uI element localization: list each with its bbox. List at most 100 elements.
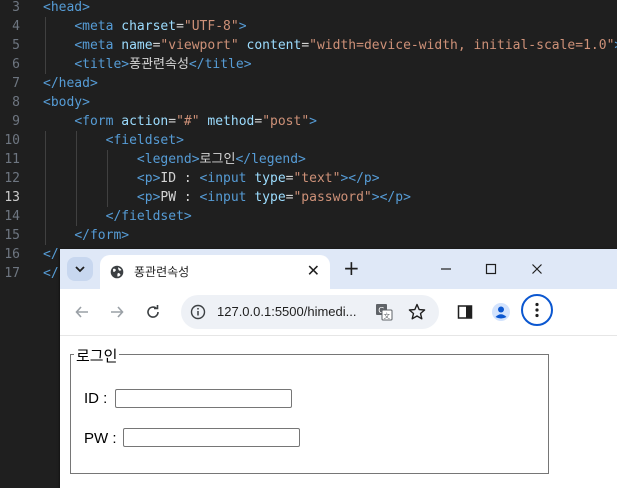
code-line[interactable]: 3 <head>: [0, 0, 617, 17]
code-line[interactable]: 15 </form>: [0, 226, 617, 245]
code-line[interactable]: 13 <p>PW : <input type="password"></p>: [0, 188, 617, 207]
code-token: <form: [74, 114, 122, 129]
svg-text:文: 文: [384, 311, 391, 320]
pw-label: PW :: [84, 430, 117, 447]
star-icon[interactable]: [407, 302, 427, 322]
code-token: 로그인: [199, 152, 236, 167]
code-token: 퐁관련속성: [129, 57, 189, 72]
code-token: <input: [199, 171, 255, 186]
indent-guide: [45, 17, 46, 74]
code-line[interactable]: 7 </head>: [0, 74, 617, 93]
code-token: action: [121, 114, 169, 129]
profile-button[interactable]: [490, 301, 512, 323]
tab-close-icon[interactable]: ✕: [307, 261, 320, 280]
line-number: 13: [4, 190, 20, 205]
code-token: </title>: [188, 57, 252, 72]
code-line[interactable]: 8 <body>: [0, 93, 617, 112]
id-input[interactable]: [115, 389, 292, 408]
translate-icon[interactable]: G文: [375, 303, 393, 321]
new-tab-button[interactable]: +: [343, 257, 360, 279]
side-panel-icon: [457, 305, 473, 319]
code-token: </: [43, 266, 59, 281]
code-line[interactable]: 6 <title>퐁관련속성</title>: [0, 55, 617, 74]
code-text: <fieldset>: [43, 131, 184, 150]
code-token: =: [168, 114, 177, 129]
code-line[interactable]: 11 <legend>로그인</legend>: [0, 150, 617, 169]
code-text: <p>ID : <input type="text"></p>: [43, 169, 380, 188]
minimize-button[interactable]: [435, 258, 457, 280]
code-token: <meta: [74, 19, 122, 34]
info-icon[interactable]: [190, 304, 206, 320]
line-number: 8: [12, 95, 20, 110]
line-number: 7: [12, 76, 20, 91]
code-token: </: [43, 247, 59, 262]
line-number: 6: [12, 57, 20, 72]
code-token: ID :: [160, 171, 200, 186]
code-text: <legend>로그인</legend>: [43, 150, 306, 169]
line-number: 3: [12, 0, 20, 15]
code-line[interactable]: 4 <meta charset="UTF-8">: [0, 17, 617, 36]
reload-button[interactable]: [142, 301, 164, 323]
menu-button[interactable]: [521, 294, 553, 326]
code-token: "password": [293, 190, 372, 205]
code-token: "width=device-width, initial-scale=1.0": [309, 38, 615, 53]
indent-guide: [107, 150, 108, 207]
url-text: 127.0.0.1:5500/himedi...: [217, 304, 357, 319]
indent-guide: [45, 131, 46, 245]
arrow-right-icon: [111, 306, 124, 318]
code-text: <meta charset="UTF-8">: [43, 17, 246, 36]
line-number: 11: [4, 152, 20, 167]
code-token: </form>: [74, 228, 130, 243]
address-bar[interactable]: 127.0.0.1:5500/himedi... G文: [181, 295, 439, 329]
code-line[interactable]: 10 <fieldset>: [0, 131, 617, 150]
page-content: 로그인 ID : PW :: [60, 336, 617, 488]
arrow-left-icon: [75, 306, 88, 318]
code-text: <head>: [43, 0, 90, 17]
back-button[interactable]: [71, 301, 93, 323]
code-token: "text": [293, 171, 341, 186]
code-token: <head>: [43, 0, 90, 15]
code-token: <body>: [43, 95, 90, 110]
line-number: 15: [4, 228, 20, 243]
code-token: <p>: [136, 190, 161, 205]
code-token: <meta: [74, 38, 122, 53]
indent-guide: [76, 131, 77, 226]
id-label: ID :: [84, 390, 108, 407]
reload-icon: [147, 305, 159, 318]
line-number: 12: [4, 171, 20, 186]
code-token: ></p>: [371, 190, 411, 205]
code-token: PW :: [160, 190, 200, 205]
fieldset-legend: 로그인: [74, 345, 120, 366]
code-token: <p>: [136, 171, 161, 186]
close-icon: [532, 264, 542, 274]
code-token: charset: [121, 19, 177, 34]
code-token: </fieldset>: [105, 209, 192, 224]
code-line[interactable]: 9 <form action="#" method="post">: [0, 112, 617, 131]
maximize-button[interactable]: [480, 258, 502, 280]
code-text: </: [43, 264, 59, 283]
code-text: <meta name="viewport" content="width=dev…: [43, 36, 617, 55]
code-line[interactable]: 12 <p>ID : <input type="text"></p>: [0, 169, 617, 188]
login-fieldset: [70, 354, 549, 474]
code-token: </legend>: [235, 152, 306, 167]
code-token: name: [121, 38, 153, 53]
more-vert-icon: [535, 302, 539, 318]
code-line[interactable]: 5 <meta name="viewport" content="width=d…: [0, 36, 617, 55]
code-line[interactable]: 14 </fieldset>: [0, 207, 617, 226]
line-number: 17: [4, 266, 20, 281]
code-token: method: [207, 114, 255, 129]
code-token: =: [176, 19, 184, 34]
code-text: <title>퐁관련속성</title>: [43, 55, 252, 74]
close-window-button[interactable]: [526, 258, 548, 280]
tab-search-button[interactable]: [67, 257, 93, 281]
pw-input[interactable]: [123, 428, 300, 447]
browser-toolbar: 127.0.0.1:5500/himedi... G文: [60, 289, 617, 336]
browser-window: 퐁관련속성 ✕ + 127.0.0.1:5500/himedi... G文 로그…: [60, 249, 617, 488]
code-token: "viewport": [160, 38, 239, 53]
code-token: =: [301, 38, 310, 53]
side-panel-button[interactable]: [454, 301, 476, 323]
code-token: >: [309, 114, 317, 129]
forward-button[interactable]: [106, 301, 128, 323]
code-token: <input: [199, 190, 255, 205]
browser-tab[interactable]: 퐁관련속성 ✕: [100, 255, 330, 289]
